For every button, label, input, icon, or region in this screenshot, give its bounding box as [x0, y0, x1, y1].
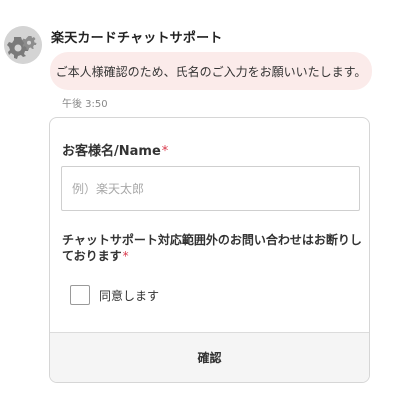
name-label-text: お客様名/Name — [62, 144, 161, 159]
agree-option[interactable]: 同意します — [70, 285, 159, 305]
agree-label: 同意します — [99, 288, 160, 303]
notice-text: チャットサポート対応範囲外のお問い合わせはお断りしております — [62, 233, 362, 263]
confirm-button[interactable]: 確認 — [50, 332, 369, 382]
agree-checkbox[interactable] — [70, 285, 90, 305]
required-mark: * — [161, 144, 169, 159]
avatar — [4, 26, 42, 64]
identity-form: お客様名/Name* チャットサポート対応範囲外のお問い合わせはお断りしておりま… — [49, 117, 370, 383]
message-bubble: ご本人様確認のため、氏名のご入力をお願いいたします。 — [50, 52, 372, 90]
notice-required-mark: * — [122, 249, 129, 263]
notice-label: チャットサポート対応範囲外のお問い合わせはお断りしております* — [62, 232, 362, 264]
chat-window: 楽天カードチャットサポート ご本人様確認のため、氏名のご入力をお願いいたします。… — [0, 0, 411, 402]
name-field-label: お客様名/Name* — [62, 140, 168, 159]
name-input[interactable] — [61, 166, 360, 211]
message-text: ご本人様確認のため、氏名のご入力をお願いいたします。 — [55, 64, 367, 79]
message-timestamp: 午後 3:50 — [62, 99, 108, 110]
sender-name: 楽天カードチャットサポート — [51, 31, 223, 46]
gear-icon — [4, 26, 42, 64]
